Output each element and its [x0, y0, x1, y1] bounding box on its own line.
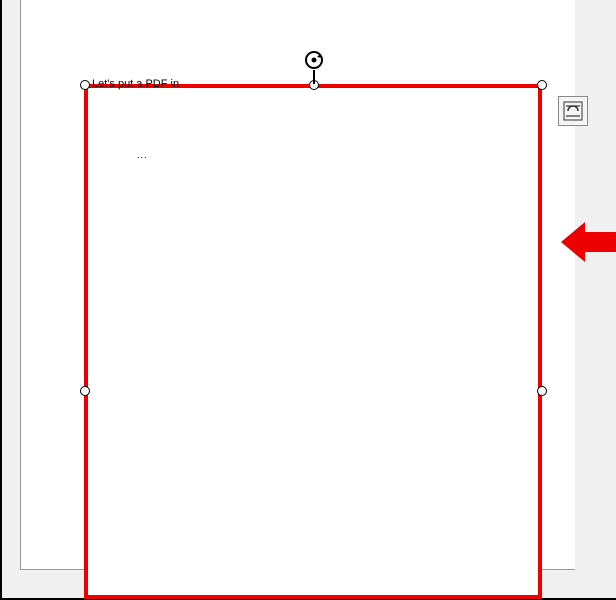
document-caption-text: Let's put a PDF in [92, 78, 179, 90]
rotate-handle[interactable] [302, 48, 326, 72]
resize-handle-middle-left[interactable] [80, 386, 90, 396]
rotate-icon [302, 48, 326, 72]
annotation-arrow [561, 214, 616, 275]
layout-options-button[interactable] [558, 96, 588, 126]
resize-handle-middle-right[interactable] [537, 386, 547, 396]
ellipsis-text: ... [137, 150, 148, 160]
selected-embedded-object[interactable] [84, 84, 542, 599]
resize-handle-top-right[interactable] [537, 80, 547, 90]
resize-handle-top-left[interactable] [80, 80, 90, 90]
rotate-stem [313, 70, 315, 84]
arrow-left-icon [561, 214, 616, 270]
layout-options-icon [563, 101, 583, 121]
